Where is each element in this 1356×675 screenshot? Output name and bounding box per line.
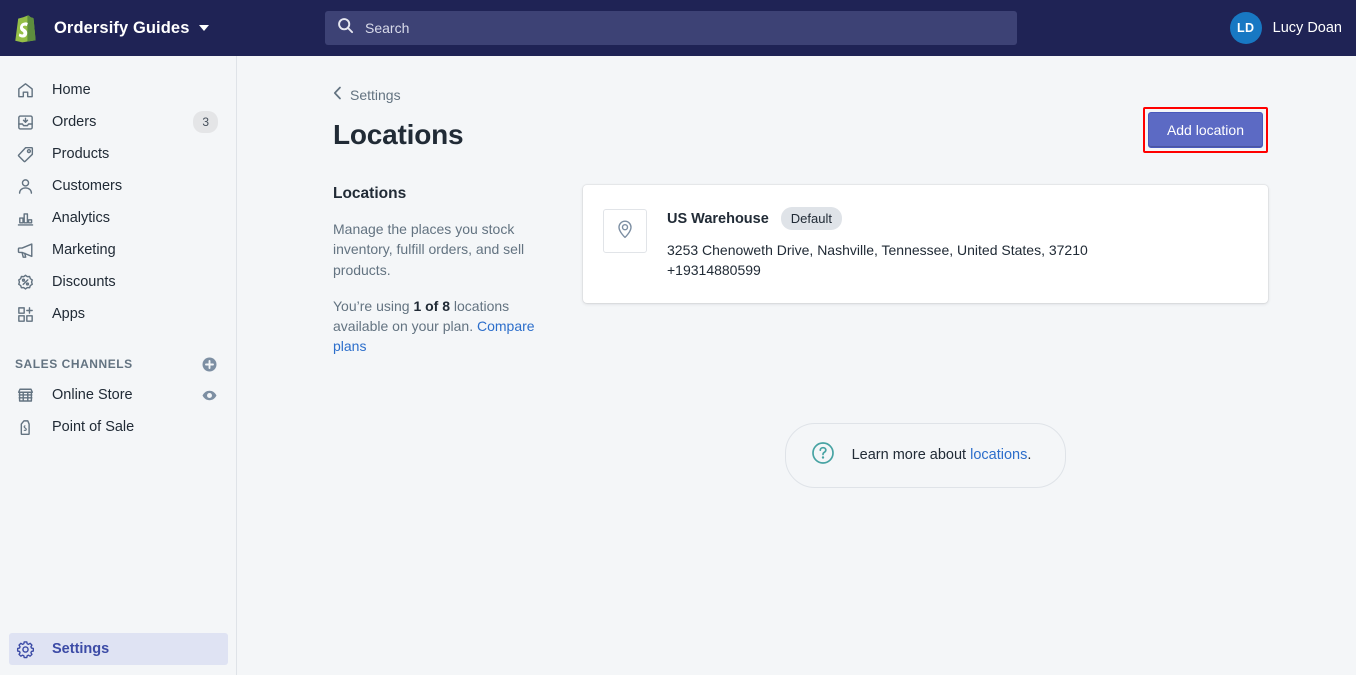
location-card[interactable]: US Warehouse Default 3253 Chenoweth Driv… (583, 185, 1268, 303)
shopify-bag-icon (12, 13, 42, 44)
store-brand[interactable]: Ordersify Guides (0, 13, 325, 44)
sales-channels-title: SALES CHANNELS (15, 357, 133, 371)
page-inner: Settings Locations Add location Location… (237, 56, 1356, 488)
location-name: US Warehouse (667, 210, 769, 227)
section-heading: Locations (333, 185, 407, 202)
search-bar[interactable] (325, 11, 1017, 45)
sidebar-item-label: Customers (52, 178, 123, 194)
map-pin-icon (614, 218, 636, 245)
chevron-down-icon[interactable] (199, 25, 210, 31)
locations-link[interactable]: locations (970, 447, 1027, 463)
sidebar-nav: Home Orders 3 Products Customers Analyti… (0, 56, 236, 443)
avatar: LD (1229, 12, 1262, 44)
sidebar-item-marketing[interactable]: Marketing (9, 234, 227, 266)
user-menu[interactable]: LD Lucy Doan (1229, 0, 1342, 56)
location-icon-box (603, 209, 647, 253)
gear-icon (15, 639, 35, 659)
sidebar-item-customers[interactable]: Customers (9, 170, 227, 202)
top-bar: Ordersify Guides LD Lucy Doan (0, 0, 1356, 56)
add-location-button[interactable]: Add location (1147, 112, 1263, 148)
sidebar-item-label: Orders (52, 114, 97, 130)
question-circle-icon (810, 440, 836, 471)
status-badge: 3 (193, 111, 218, 133)
sidebar-item-orders[interactable]: Orders 3 (9, 106, 227, 138)
circle-plus-icon[interactable] (201, 356, 218, 373)
locations-list-column: US Warehouse Default 3253 Chenoweth Driv… (583, 185, 1268, 488)
breadcrumb-label: Settings (350, 86, 401, 103)
sidebar-item-label: Home (52, 82, 91, 98)
location-header: US Warehouse Default (667, 207, 1088, 230)
sidebar-item-label: Settings (52, 641, 110, 657)
sidebar-item-label: Online Store (52, 387, 133, 403)
location-address: 3253 Chenoweth Drive, Nashville, Tenness… (667, 242, 1088, 258)
sidebar-item-label: Apps (52, 306, 86, 322)
learn-more-suffix: . (1027, 447, 1032, 464)
usage-prefix: You’re using (333, 297, 414, 314)
sidebar-item-label: Products (52, 146, 110, 162)
sidebar-item-label: Marketing (52, 242, 116, 258)
location-address-block: 3253 Chenoweth Drive, Nashville, Tenness… (667, 240, 1088, 281)
sidebar-item-discounts[interactable]: Discounts (9, 266, 227, 298)
sidebar-item-home[interactable]: Home (9, 74, 227, 106)
chevron-left-icon (333, 86, 342, 103)
plan-usage-text: You’re using 1 of 8 locations available … (333, 296, 551, 357)
store-name: Ordersify Guides (54, 18, 190, 37)
sales-channels-header: SALES CHANNELS (9, 349, 227, 379)
main-content: Settings Locations Add location Location… (237, 56, 1356, 675)
locations-description-column: Locations Manage the places you stock in… (333, 185, 583, 488)
help-wrap: Learn more about locations. (583, 422, 1268, 488)
pos-bag-icon (15, 417, 35, 437)
usage-count: 1 of 8 (413, 297, 451, 314)
learn-more-text: Learn more about locations. (852, 447, 1032, 463)
sidebar-item-label: Point of Sale (52, 419, 135, 435)
location-phone: +19314880599 (667, 262, 761, 279)
tag-icon (15, 144, 35, 164)
page-title: Locations (333, 119, 464, 150)
location-details: US Warehouse Default 3253 Chenoweth Driv… (667, 207, 1088, 281)
apps-grid-plus-icon (15, 304, 35, 324)
sidebar-item-analytics[interactable]: Analytics (9, 202, 227, 234)
learn-more-prefix: Learn more about (851, 447, 971, 464)
sidebar-item-label: Analytics (52, 210, 111, 226)
sidebar-item-settings[interactable]: Settings (9, 633, 228, 665)
discount-percent-icon (15, 272, 35, 292)
eye-icon[interactable] (201, 387, 218, 404)
megaphone-icon (15, 240, 35, 260)
home-icon (15, 80, 35, 100)
sidebar-item-label: Discounts (52, 274, 116, 290)
orders-inbox-icon (15, 112, 35, 132)
storefront-icon (15, 385, 35, 405)
sidebar-item-apps[interactable]: Apps (9, 298, 227, 330)
breadcrumb[interactable]: Settings (333, 86, 401, 103)
search-icon (337, 17, 354, 39)
sidebar-item-online-store[interactable]: Online Store (9, 379, 227, 411)
search-input[interactable] (365, 20, 1005, 36)
locations-columns: Locations Manage the places you stock in… (333, 185, 1268, 488)
sidebar-item-products[interactable]: Products (9, 138, 227, 170)
person-icon (15, 176, 35, 196)
default-badge: Default (780, 207, 842, 230)
sidebar-settings-wrap: Settings (0, 633, 237, 665)
sidebar: Home Orders 3 Products Customers Analyti… (0, 56, 237, 675)
bar-chart-icon (15, 208, 35, 228)
section-description: Manage the places you stock inventory, f… (333, 221, 525, 278)
sidebar-item-point-of-sale[interactable]: Point of Sale (9, 411, 227, 443)
add-location-highlight: Add location (1142, 107, 1268, 153)
user-name: Lucy Doan (1272, 20, 1342, 36)
learn-more-pill[interactable]: Learn more about locations. (784, 422, 1067, 488)
